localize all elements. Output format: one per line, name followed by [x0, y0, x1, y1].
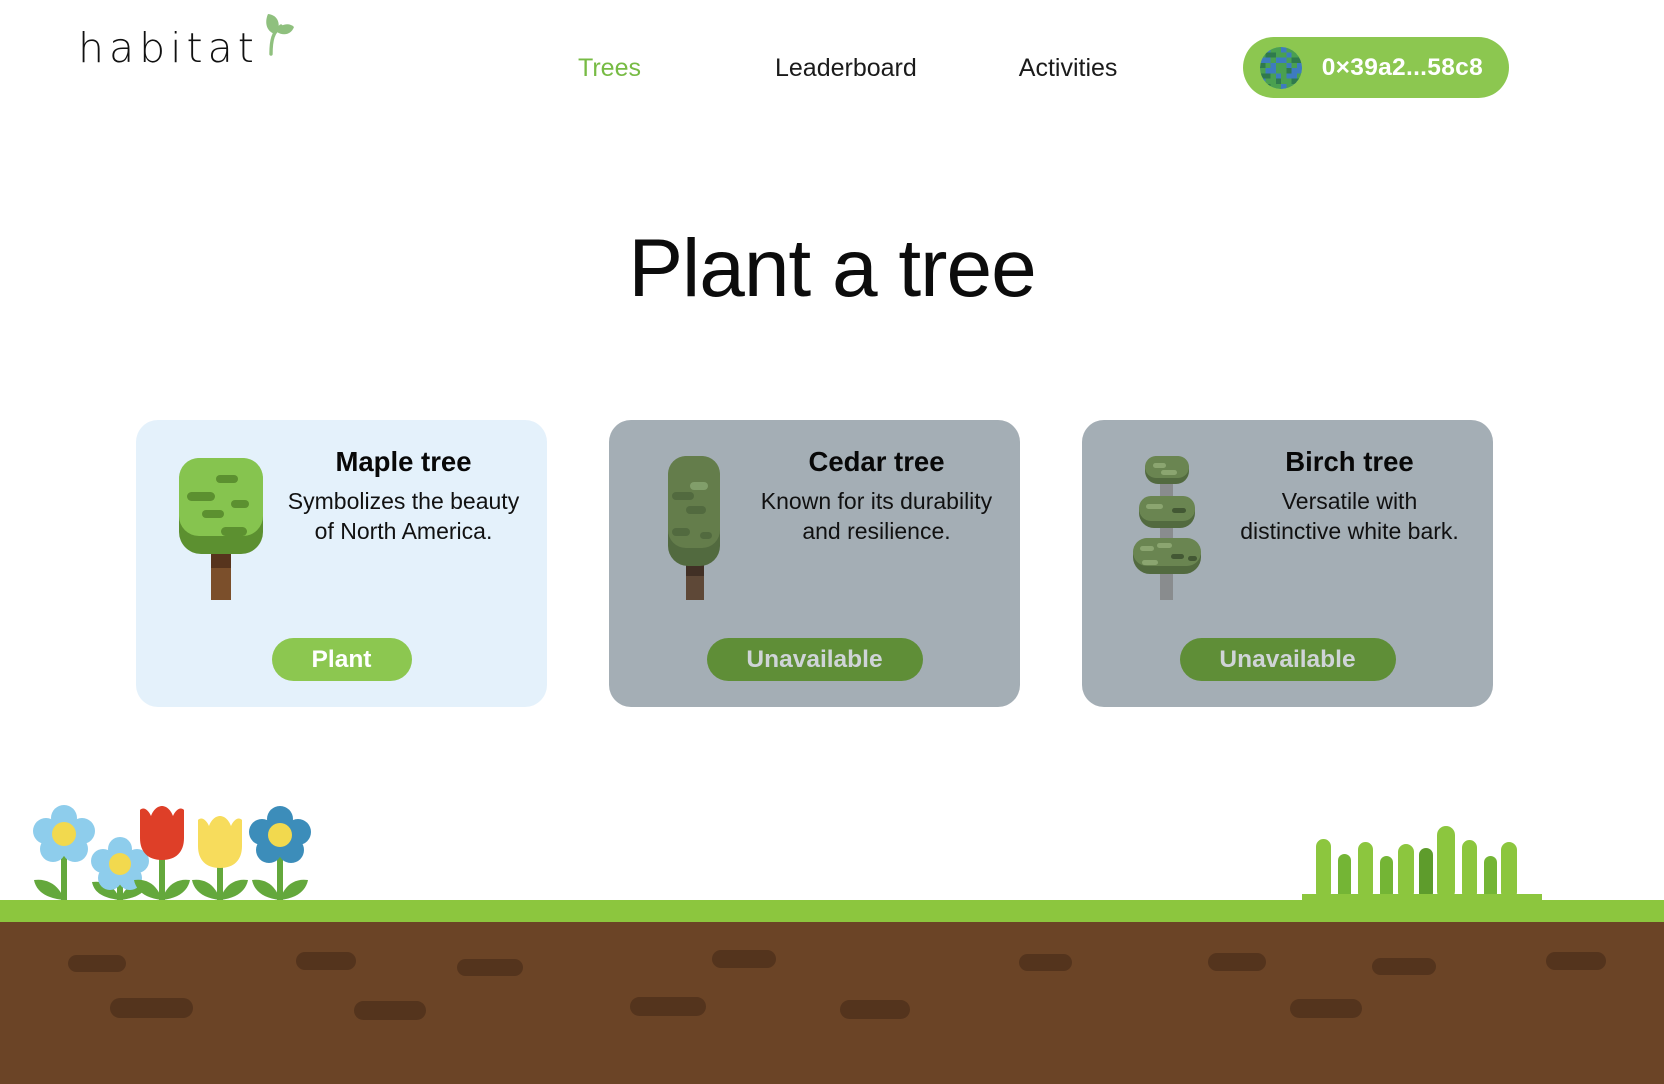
unavailable-button: Unavailable	[1179, 638, 1396, 681]
flower-tulip-yellow	[192, 816, 248, 900]
blockie-avatar-icon	[1259, 46, 1302, 89]
card-text-block: Cedar tree Known for its durability and …	[753, 446, 994, 546]
sprout-icon	[251, 10, 295, 61]
pebble	[1372, 958, 1436, 975]
pebble	[68, 955, 126, 972]
card-text-block: Birch tree Versatile with distinctive wh…	[1226, 446, 1467, 546]
wallet-button[interactable]: 0×39a2...58c8	[1242, 37, 1509, 98]
tree-card-cedar[interactable]: Cedar tree Known for its durability and …	[609, 420, 1020, 707]
nav-item-leaderboard[interactable]: Leaderboard	[775, 50, 917, 86]
pebble	[1546, 952, 1606, 970]
pebble	[840, 1000, 910, 1019]
birch-tree-icon	[1108, 446, 1226, 602]
card-title: Maple tree	[335, 446, 472, 477]
flower-group	[14, 794, 314, 906]
flower-daisy-3	[249, 806, 311, 900]
pebble	[712, 950, 776, 968]
pebble	[110, 998, 193, 1018]
tree-card-maple[interactable]: Maple tree Symbolizes the beauty of Nort…	[136, 420, 547, 707]
brand-wordmark: habitat	[78, 24, 259, 72]
pebble	[1290, 999, 1362, 1018]
nav-item-activities[interactable]: Activities	[1019, 50, 1118, 86]
tree-card-birch[interactable]: Birch tree Versatile with distinctive wh…	[1082, 420, 1493, 707]
wallet-address-label: 0×39a2...58c8	[1321, 53, 1483, 81]
card-content: Birch tree Versatile with distinctive wh…	[1082, 420, 1493, 620]
plant-button[interactable]: Plant	[271, 638, 412, 681]
nav-item-trees[interactable]: Trees	[578, 50, 641, 86]
grass-strip	[0, 900, 1664, 922]
ground-scene	[0, 794, 1664, 1084]
pebble	[630, 997, 706, 1016]
card-title: Birch tree	[1285, 446, 1414, 477]
card-content: Cedar tree Known for its durability and …	[609, 420, 1020, 620]
soil-band	[0, 922, 1664, 1084]
pebble	[296, 952, 356, 970]
pebble	[1208, 953, 1266, 971]
unavailable-button: Unavailable	[706, 638, 923, 681]
brand-logo[interactable]: habitat	[78, 14, 295, 72]
pebble	[1019, 954, 1072, 971]
grass-tuft-group	[1302, 794, 1542, 906]
card-description: Versatile with distinctive white bark.	[1240, 487, 1459, 544]
maple-tree-icon	[162, 446, 280, 600]
cedar-tree-icon	[635, 446, 753, 600]
card-description: Symbolizes the beauty of North America.	[287, 487, 520, 544]
card-description: Known for its durability and resilience.	[760, 487, 993, 544]
pebble	[457, 959, 523, 976]
card-content: Maple tree Symbolizes the beauty of Nort…	[136, 420, 547, 620]
site-header: habitat Trees Leaderboard Activities 0×3…	[0, 0, 1664, 136]
main-nav: Trees Leaderboard Activities	[578, 50, 1117, 86]
pebble	[354, 1001, 426, 1020]
card-text-block: Maple tree Symbolizes the beauty of Nort…	[280, 446, 521, 546]
flower-daisy-1	[33, 805, 95, 900]
tree-card-list: Maple tree Symbolizes the beauty of Nort…	[136, 420, 1536, 707]
card-title: Cedar tree	[808, 446, 945, 477]
page-title: Plant a tree	[628, 223, 1036, 314]
